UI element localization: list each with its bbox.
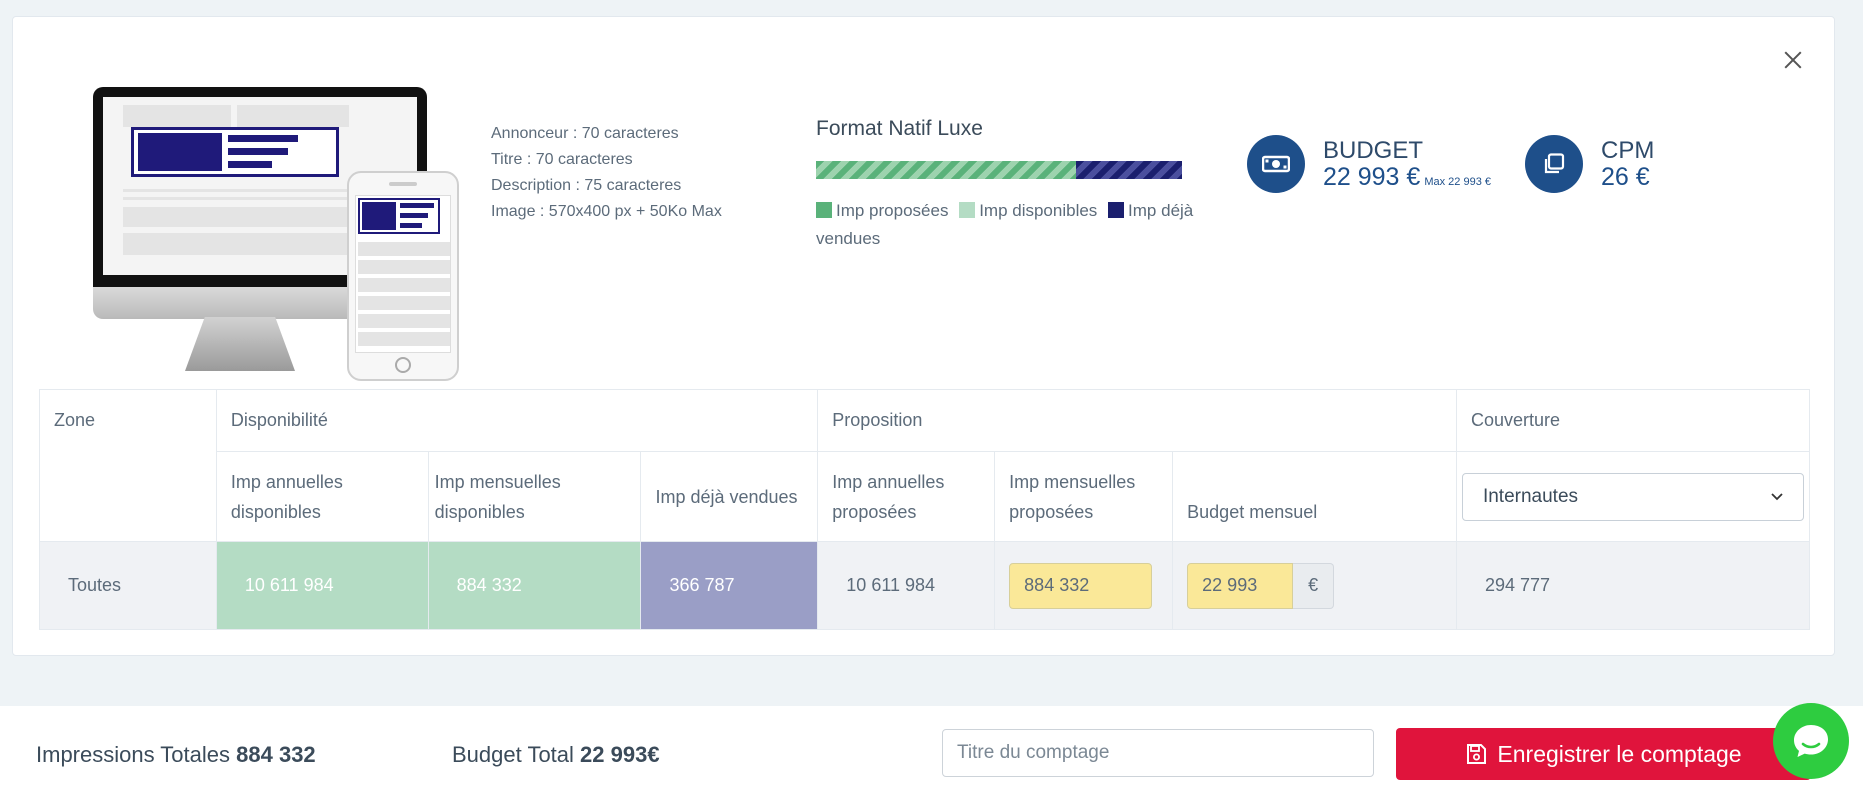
close-icon[interactable] — [1780, 47, 1806, 73]
available-swatch — [959, 202, 976, 218]
couverture-select-value: Internautes — [1482, 485, 1579, 507]
zone-cell: Toutes — [39, 541, 217, 630]
budget-max: Max 22 993 € — [1424, 176, 1491, 188]
phone-illustration — [347, 171, 459, 381]
cpm-value: 26 € — [1601, 163, 1650, 191]
subheader-imp-mensuelles-dispo: Imp mensuelles disponibles — [427, 451, 642, 542]
spec-image: Image : 570x400 px + 50Ko Max — [491, 203, 722, 220]
proposed-segment — [816, 161, 1076, 179]
budget-value: 22 993 € — [1323, 163, 1421, 191]
header-couverture: Couverture — [1455, 389, 1811, 452]
budget-mensuel-input[interactable]: 22 993 — [1187, 562, 1294, 609]
legend-available: Imp disponibles — [979, 201, 1098, 220]
format-summary: Format Natif Luxe Imp proposées Imp disp… — [816, 117, 1236, 253]
header-proposition: Proposition — [817, 389, 1457, 452]
sold-segment — [1075, 161, 1182, 179]
spec-annonceur: Annonceur : 70 caracteres — [491, 125, 679, 142]
deja-vendues-cell: 366 787 — [640, 541, 819, 630]
chevron-down-icon — [1771, 492, 1783, 500]
save-icon — [1467, 744, 1487, 764]
legend-proposed: Imp proposées — [836, 201, 949, 220]
budget-total: Budget Total 22 993€ — [452, 742, 660, 768]
header-zone: Zone — [39, 389, 217, 542]
mensuelles-dispo-cell: 884 332 — [427, 541, 642, 630]
save-button[interactable]: Enregistrer le comptage — [1396, 728, 1811, 780]
spec-description: Description : 75 caracteres — [491, 177, 682, 194]
availability-table: Zone Disponibilité Proposition Couvertur… — [39, 389, 1811, 630]
format-preview-illustration — [79, 69, 469, 387]
bar-legend: Imp proposées Imp disponibles Imp déjà v… — [816, 197, 1226, 253]
impressions-progress-bar — [816, 161, 1182, 179]
currency-addon: € — [1293, 562, 1335, 609]
cpm-label: CPM — [1601, 137, 1655, 164]
subheader-imp-annuelles-prop: Imp annuelles proposées — [817, 451, 996, 542]
money-icon — [1247, 135, 1305, 193]
couverture-select[interactable]: Internautes — [1461, 472, 1804, 521]
footer-bar: Impressions Totales 884 332 Budget Total… — [0, 706, 1863, 797]
format-card: Annonceur : 70 caracteres Titre : 70 car… — [12, 16, 1835, 656]
title-input[interactable]: Titre du comptage — [942, 729, 1374, 777]
format-title: Format Natif Luxe — [816, 117, 983, 140]
table-row: Toutes 10 611 984 884 332 366 787 10 611… — [39, 541, 1811, 630]
subheader-budget-mensuel: Budget mensuel — [1172, 451, 1457, 542]
mensuelles-prop-input[interactable]: 884 332 — [1009, 562, 1153, 609]
budget-kpi: BUDGET 22 993 € Max 22 993 € — [1247, 135, 1491, 193]
couverture-cell: 294 777 — [1455, 541, 1811, 630]
impressions-total-value: 884 332 — [236, 742, 316, 767]
budget-mensuel-group: 22 993 € — [1187, 562, 1442, 609]
chat-icon[interactable] — [1773, 703, 1849, 779]
subheader-imp-deja-vendues: Imp déjà vendues — [640, 451, 819, 542]
budget-total-value: 22 993€ — [580, 742, 660, 767]
budget-total-label: Budget Total — [452, 742, 574, 767]
impressions-total: Impressions Totales 884 332 — [36, 742, 316, 768]
annuelles-dispo-cell: 10 611 984 — [215, 541, 429, 630]
header-disponibilite: Disponibilité — [215, 389, 819, 452]
annuelles-prop-cell: 10 611 984 — [817, 541, 996, 630]
subheader-imp-mensuelles-prop: Imp mensuelles proposées — [994, 451, 1174, 542]
proposed-swatch — [816, 202, 832, 218]
impressions-total-label: Impressions Totales — [36, 742, 231, 767]
budget-label: BUDGET — [1323, 137, 1424, 164]
subheader-imp-annuelles-dispo: Imp annuelles disponibles — [215, 451, 429, 542]
cpm-kpi: CPM 26 € — [1525, 135, 1654, 193]
copy-icon — [1525, 135, 1583, 193]
save-button-label: Enregistrer le comptage — [1497, 740, 1742, 767]
sold-swatch — [1108, 202, 1125, 218]
spec-titre: Titre : 70 caracteres — [491, 151, 633, 168]
format-specs: Annonceur : 70 caracteres Titre : 70 car… — [491, 121, 722, 225]
